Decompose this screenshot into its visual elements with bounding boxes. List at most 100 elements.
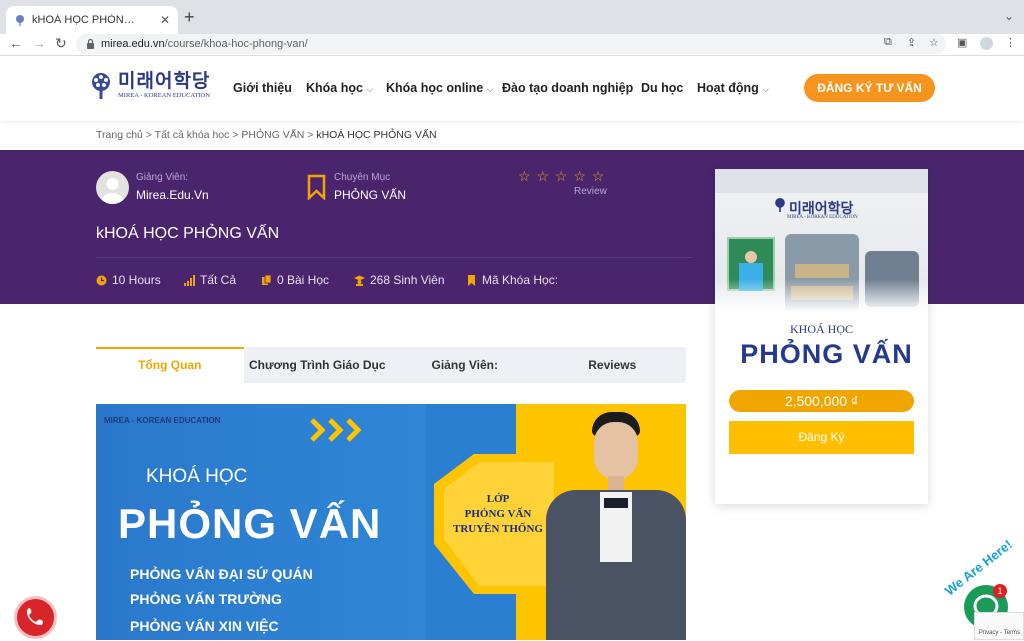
- bookmark-star-icon[interactable]: ☆: [929, 36, 939, 49]
- breadcrumb-all-courses[interactable]: Tất cả khóa học: [155, 129, 230, 141]
- banner-khoa-hoc: KHOÁ HỌC: [146, 466, 248, 487]
- course-thumbnail[interactable]: 미래어학당 MIREA - KOREAN EDUCATION: [715, 169, 928, 312]
- card-khoa-hoc: KHOÁ HỌC: [790, 322, 853, 336]
- menu-du-hoc[interactable]: Du học: [641, 81, 683, 95]
- menu-label: Khóa học online: [386, 81, 484, 95]
- logo-korean-text: 미래어학당: [118, 71, 211, 92]
- phone-call-button[interactable]: [14, 596, 57, 639]
- site-header: 미래어학당 MIREA - KOREAN EDUCATION Giới thiệ…: [0, 57, 1024, 121]
- new-tab-icon[interactable]: +: [184, 7, 195, 28]
- browser-toolbar: ← → ↻ mirea.edu.vn/course/khoa-hoc-phong…: [0, 34, 1024, 56]
- reload-icon[interactable]: ↻: [55, 35, 67, 52]
- meta-course-code: Mã Khóa Học:: [466, 273, 558, 287]
- menu-hoat-dong[interactable]: Hoạt động ⌵: [697, 81, 769, 95]
- meta-lessons: 0 Bài Học: [261, 273, 329, 287]
- category-label: Chuyên Mục: [334, 172, 391, 183]
- menu-khoa-hoc[interactable]: Khóa học ⌵: [306, 81, 373, 95]
- site-logo[interactable]: 미래어학당 MIREA - KOREAN EDUCATION: [88, 72, 210, 100]
- signal-bars-icon: [184, 274, 195, 286]
- course-price: 2,500,000 ₫: [729, 390, 914, 412]
- user-silhouette-icon: [101, 178, 124, 204]
- instructor-avatar[interactable]: [96, 171, 129, 204]
- tree-logo-icon: [775, 198, 785, 212]
- instructor-name[interactable]: Mirea.Edu.Vn: [136, 188, 209, 202]
- menu-label: Hoạt động: [697, 81, 759, 95]
- meta-level: Tất Cả: [184, 273, 236, 287]
- course-banner: MIREA - KOREAN EDUCATION KHOÁ HỌC PHỎNG …: [96, 404, 686, 640]
- side-panel-icon[interactable]: ▣: [957, 36, 967, 49]
- lock-icon: [87, 39, 94, 49]
- review-label[interactable]: Review: [574, 186, 607, 197]
- browser-tab[interactable]: kHOÁ HỌC PHỎNG VẤN - Trung ✕: [6, 6, 178, 34]
- recaptcha-badge[interactable]: Privacy - Terms: [974, 612, 1024, 640]
- chevron-down-icon: ⌵: [486, 84, 494, 94]
- course-title: kHOÁ HỌC PHỎNG VẤN: [96, 225, 280, 242]
- breadcrumb-current: kHOÁ HỌC PHỎNG VẤN: [316, 129, 437, 141]
- tree-logo-icon: [92, 73, 110, 99]
- chevron-down-icon: ⌵: [366, 84, 374, 94]
- menu-khoa-hoc-online[interactable]: Khóa học online ⌵: [386, 81, 494, 95]
- meta-duration: 10 Hours: [96, 273, 161, 287]
- banner-title: PHỎNG VẤN: [118, 500, 382, 547]
- translate-icon[interactable]: ⧉: [884, 36, 892, 49]
- category-name[interactable]: PHỎNG VẤN: [334, 188, 406, 202]
- bookmark-icon: [307, 174, 326, 200]
- thumbnail-ceiling: [715, 169, 928, 193]
- banner-logo: MIREA - KOREAN EDUCATION: [104, 416, 221, 425]
- browser-tab-strip: kHOÁ HỌC PHỎNG VẤN - Trung ✕ + ⌄: [0, 0, 1024, 34]
- profile-avatar[interactable]: [980, 37, 993, 50]
- tab-search-chevron-icon[interactable]: ⌄: [1004, 9, 1014, 23]
- course-tabs: Tổng Quan Chương Trình Giáo Dục Giảng Vi…: [96, 347, 686, 383]
- favicon-icon: [16, 15, 24, 26]
- files-icon: [262, 274, 272, 285]
- breadcrumb-home[interactable]: Trang chủ: [96, 129, 143, 141]
- rating-stars: ☆ ☆ ☆ ☆ ☆: [518, 168, 606, 184]
- forward-arrow-icon[interactable]: →: [32, 35, 46, 51]
- chevron-down-icon: ⌵: [762, 84, 770, 94]
- tab-reviews[interactable]: Reviews: [539, 347, 687, 383]
- instructor-label: Giảng Viên:: [136, 172, 189, 183]
- tab-instructor[interactable]: Giảng Viên:: [391, 347, 539, 383]
- chevrons-graphic: [310, 418, 362, 442]
- breadcrumb-category[interactable]: PHỎNG VẤN: [241, 129, 304, 141]
- banner-item: PHỎNG VẤN XIN VIỆC: [130, 618, 279, 634]
- phone-icon: [26, 608, 43, 626]
- banner-item: PHỎNG VẤN ĐẠI SỨ QUÁN: [130, 566, 313, 582]
- menu-label: Du học: [641, 81, 684, 95]
- browser-menu-icon[interactable]: ⋮: [1005, 36, 1016, 49]
- menu-dao-tao-doanh-nghiep[interactable]: Đào tạo doanh nghiệp: [502, 81, 633, 95]
- meta-students-text: 268 Sinh Viên: [370, 273, 445, 287]
- tab-curriculum[interactable]: Chương Trình Giáo Dục: [244, 347, 392, 383]
- address-bar[interactable]: mirea.edu.vn/course/khoa-hoc-phong-van/: [76, 34, 946, 54]
- back-arrow-icon[interactable]: ←: [9, 35, 23, 51]
- register-consult-button[interactable]: ĐĂNG KÝ TƯ VẤN: [804, 74, 935, 102]
- thumbnail-fade: [715, 279, 928, 312]
- graduate-icon: [354, 275, 365, 286]
- course-card: 미래어학당 MIREA - KOREAN EDUCATION KHOÁ HỌC …: [715, 169, 928, 504]
- banner-instructor-photo: [540, 412, 686, 640]
- breadcrumb: Trang chủ > Tất cả khóa học > PHỎNG VẤN …: [96, 129, 437, 141]
- menu-label: Đào tạo doanh nghiệp: [502, 81, 634, 95]
- url-host: mirea.edu.vn: [101, 38, 165, 50]
- share-icon[interactable]: ⇪: [907, 36, 916, 49]
- bookmark-small-icon: [468, 274, 475, 286]
- close-tab-icon[interactable]: ✕: [160, 13, 170, 27]
- recaptcha-text: Privacy - Terms: [978, 630, 1020, 636]
- meta-lessons-text: 0 Bài Học: [277, 273, 330, 287]
- menu-label: Khóa học: [306, 81, 363, 95]
- card-logo-english: MIREA - KOREAN EDUCATION: [787, 215, 858, 220]
- url-path: /course/khoa-hoc-phong-van/: [164, 38, 308, 50]
- browser-tab-title: kHOÁ HỌC PHỎNG VẤN - Trung: [32, 14, 142, 26]
- chat-notification-badge: 1: [993, 584, 1007, 598]
- hero-divider: [96, 257, 692, 258]
- meta-course-code-text: Mã Khóa Học:: [482, 273, 559, 287]
- tab-overview[interactable]: Tổng Quan: [96, 347, 244, 383]
- enroll-button[interactable]: Đăng Ký: [729, 421, 914, 454]
- meta-duration-text: 10 Hours: [112, 273, 161, 287]
- clock-icon: [96, 275, 107, 285]
- meta-level-text: Tất Cả: [200, 273, 237, 287]
- meta-students: 268 Sinh Viên: [354, 273, 445, 287]
- menu-gioi-thieu[interactable]: Giới thiệu: [233, 81, 292, 95]
- card-course-name: PHỎNG VẤN: [740, 339, 913, 369]
- banner-item: PHỎNG VẤN TRƯỜNG: [130, 591, 282, 607]
